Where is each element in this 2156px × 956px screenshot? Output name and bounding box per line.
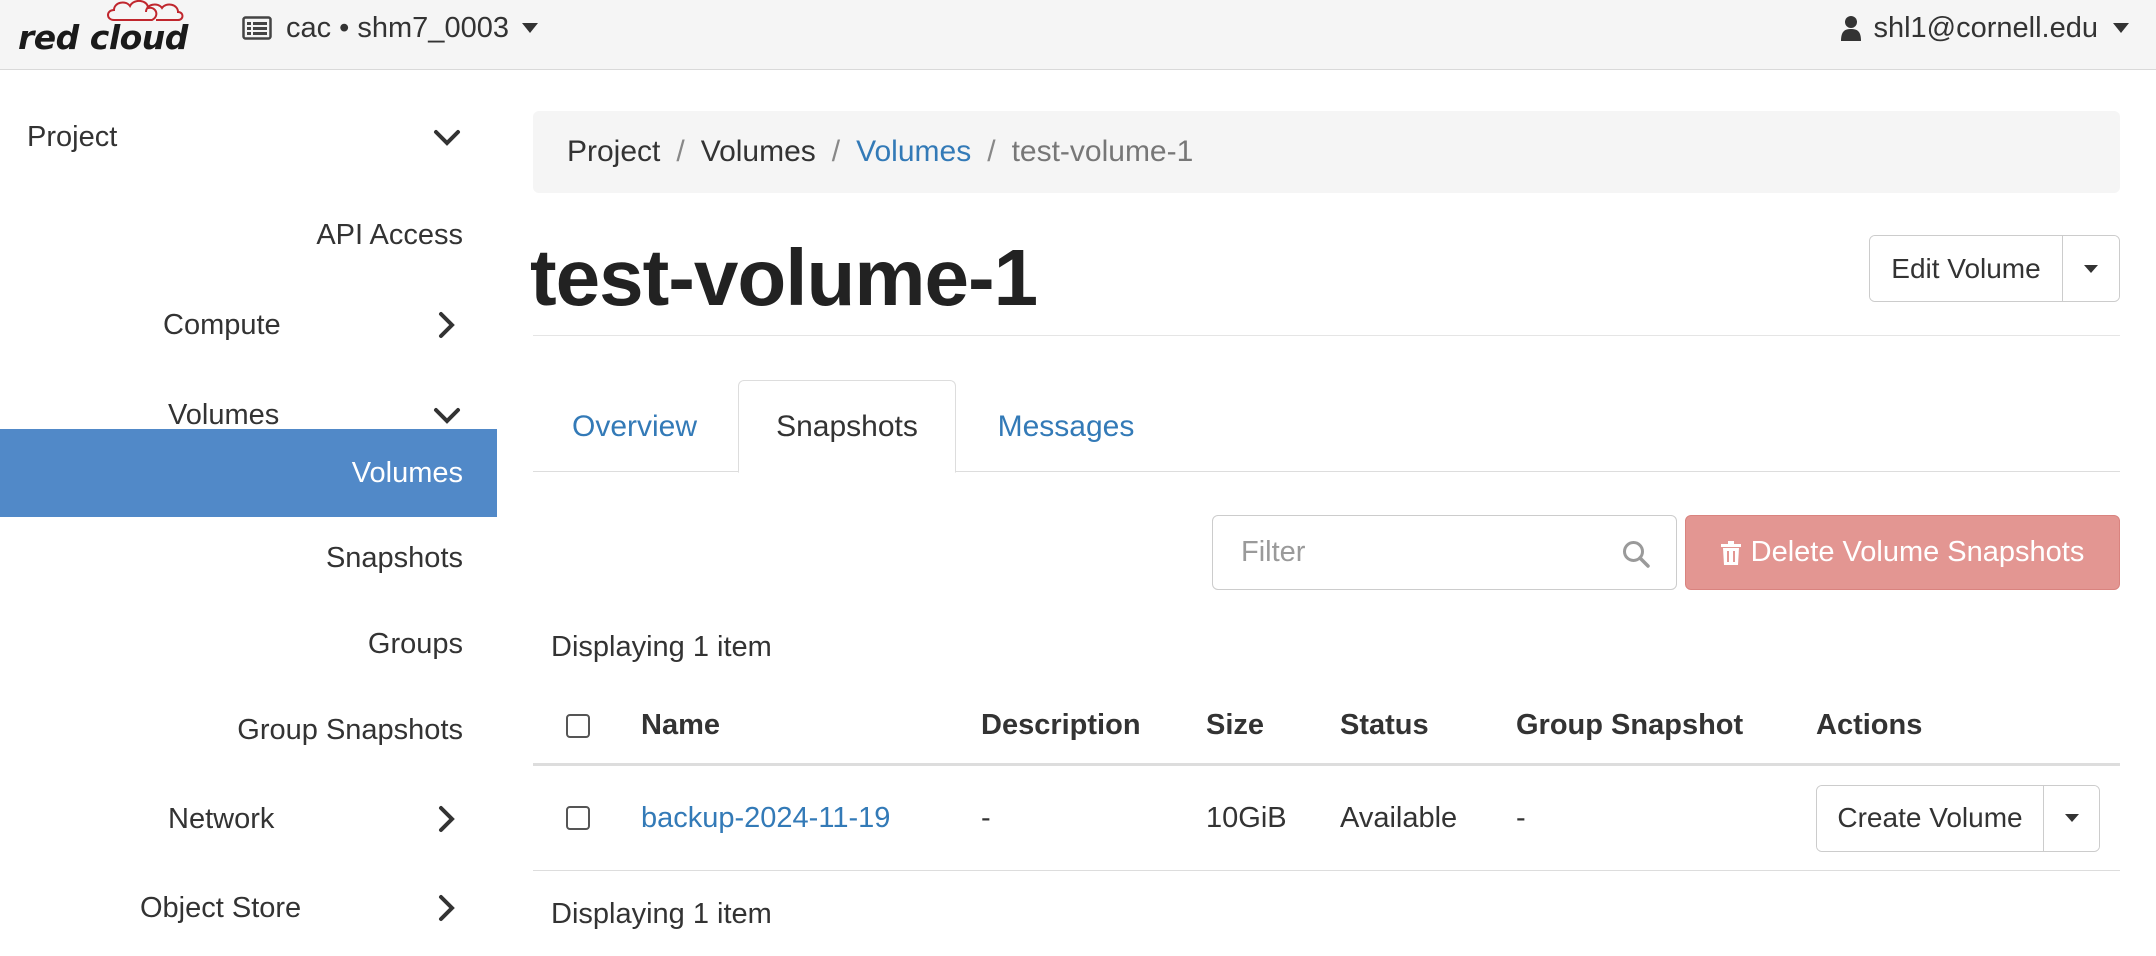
edit-volume-dropdown-toggle[interactable] [2062,236,2119,301]
sidebar-item-compute[interactable]: Compute [0,289,497,361]
row-action-button-group: Create Volume [1816,784,2100,852]
sidebar-item-volumes[interactable]: Volumes [0,429,497,517]
sidebar-item-api-access[interactable]: API Access [0,199,497,271]
breadcrumb-separator: / [676,135,685,168]
sidebar-project-toggle[interactable]: Project [0,101,497,173]
page-title: test-volume-1 [530,233,1038,322]
delete-volume-snapshots-button[interactable]: Delete Volume Snapshots [1685,515,2120,590]
chevron-right-icon [438,805,456,833]
column-header-group-snapshot[interactable]: Group Snapshot [1516,688,1743,763]
user-menu[interactable]: shl1@cornell.edu [1841,8,2130,48]
caret-down-icon [2084,264,2098,273]
sidebar-item-group-snapshots[interactable]: Group Snapshots [0,694,497,766]
snapshots-table: Name Description Size Status Group Snaps… [533,688,2120,871]
cell-actions: Create Volume [1816,766,2100,870]
project-switcher[interactable]: cac • shm7_0003 [242,8,539,48]
sidebar-item-snapshots[interactable]: Snapshots [0,522,497,594]
chevron-down-icon [433,407,461,425]
cell-description: - [981,801,991,834]
filter-box [1212,515,1677,590]
sidebar-item-label: Groups [367,627,463,660]
sidebar-item-label: Group Snapshots [237,713,463,746]
user-icon [1841,15,1862,41]
breadcrumb-separator: / [831,135,841,168]
sidebar-item-label: Volumes [351,456,463,489]
edit-volume-button[interactable]: Edit Volume [1870,236,2062,301]
row-checkbox[interactable] [566,806,590,830]
cell-status: Available [1340,801,1458,834]
select-all-checkbox[interactable] [566,713,590,738]
user-menu-label: shl1@cornell.edu [1873,11,2098,44]
sidebar-item-label: Snapshots [325,541,463,574]
sidebar-item-label: Compute [163,308,281,341]
snapshot-name-link[interactable]: backup-2024-11-19 [641,802,890,835]
column-header-status[interactable]: Status [1340,688,1429,763]
item-count-top: Displaying 1 item [551,631,772,663]
tab-messages[interactable]: Messages [956,380,1176,473]
caret-down-icon [521,22,539,34]
sidebar-item-label: Volumes [168,398,280,431]
delete-volume-snapshots-label: Delete Volume Snapshots [1750,536,2085,568]
row-select-cell [566,766,590,870]
breadcrumb-item-volumes-panel: Volumes [700,135,816,168]
filter-input[interactable] [1215,518,1615,587]
column-header-description[interactable]: Description [981,688,1141,763]
sidebar-item-label: Network [168,802,275,835]
chevron-down-icon [433,129,461,147]
caret-down-icon [2064,814,2079,822]
sidebar-item-groups[interactable]: Groups [0,608,497,680]
column-header-size[interactable]: Size [1206,688,1264,763]
sidebar-item-label: Object Store [140,891,302,924]
breadcrumb-link-volumes[interactable]: Volumes [856,135,971,169]
tab-snapshots[interactable]: Snapshots [738,380,956,473]
breadcrumb-separator: / [987,135,996,168]
create-volume-button[interactable]: Create Volume [1817,785,2043,851]
top-navbar: red cloud cac • shm7_0003 shl1@cornell.e… [0,0,2156,70]
sidebar-item-label: API Access [316,218,463,251]
trash-icon [1720,540,1741,565]
column-header-name[interactable]: Name [641,688,720,763]
breadcrumb: Project / Volumes / Volumes / test-volum… [533,111,2120,193]
select-all-cell [566,688,590,763]
breadcrumb-item-project: Project [567,135,661,168]
table-header: Name Description Size Status Group Snaps… [533,688,2120,766]
item-count-bottom: Displaying 1 item [551,898,772,930]
row-action-dropdown-toggle[interactable] [2043,785,2099,851]
tab-overview[interactable]: Overview [533,380,736,473]
edit-volume-button-group: Edit Volume [1869,235,2120,302]
logo-text: red cloud [18,18,188,57]
cell-group-snapshot: - [1516,801,1526,834]
chevron-right-icon [438,311,456,339]
breadcrumb-current: test-volume-1 [1011,135,1194,168]
red-cloud-logo[interactable]: red cloud [16,0,188,66]
chevron-right-icon [438,894,456,922]
sidebar-project-label: Project [27,120,118,153]
sidebar-item-object-store[interactable]: Object Store [0,872,497,944]
title-divider [533,335,2120,336]
cell-name: backup-2024-11-19 [641,766,890,870]
project-switcher-label: cac • shm7_0003 [286,11,509,44]
server-list-icon [242,16,272,40]
table-row: backup-2024-11-19 - 10GiB Available - Cr… [533,766,2120,871]
sidebar-nav: Project API Access Compute Volumes Volum… [0,71,497,956]
search-icon[interactable] [1622,540,1650,568]
cell-size: 10GiB [1206,801,1287,834]
column-header-actions: Actions [1816,709,1923,741]
detail-tabs: Overview Snapshots Messages [533,380,2120,473]
sidebar-item-network[interactable]: Network [0,783,497,855]
caret-down-icon [2112,22,2130,34]
